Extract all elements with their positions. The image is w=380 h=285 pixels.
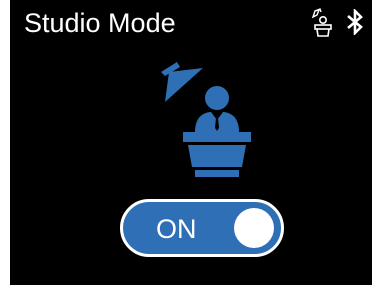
page-title: Studio Mode xyxy=(24,8,176,38)
toggle-knob[interactable] xyxy=(234,208,274,248)
studio-mode-toggle[interactable]: ON xyxy=(120,199,284,257)
speaker-podium-icon xyxy=(161,62,251,177)
studio-mode-status-icon xyxy=(311,8,332,37)
bluetooth-icon xyxy=(347,9,363,35)
studio-mode-screen: Studio Mode ON xyxy=(10,0,372,285)
toggle-label: ON xyxy=(156,214,197,244)
